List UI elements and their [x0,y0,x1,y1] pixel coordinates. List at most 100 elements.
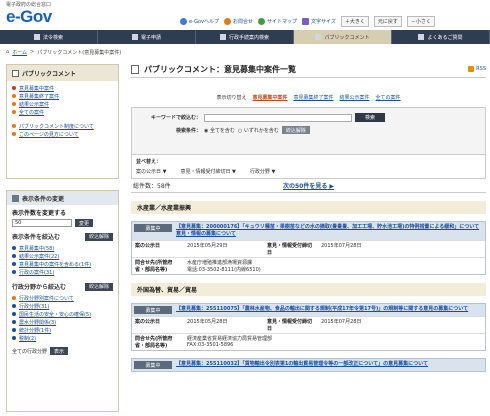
count-label: 表示件数を変更する [12,210,67,217]
settings-icon [12,194,19,202]
bullet-icon [12,320,16,324]
tab-open[interactable]: 意見募集中案件 [252,94,287,101]
tabs-label: 表示切り替え [216,95,247,101]
filter-reset-button[interactable]: 絞込解除 [84,232,113,241]
nav-public-comment[interactable]: パブリックコメント [294,30,392,44]
bullet-icon [12,246,16,250]
font-smaller-button[interactable]: －小さく [406,16,435,27]
nav-procedure-search[interactable]: 行政手続案内検索 [196,30,294,44]
change-count-button[interactable]: 変更 [75,219,94,227]
font-size-icon [302,18,309,25]
filter-item[interactable]: 意見募集中(58) [12,244,113,252]
sitemap-link[interactable]: サイトマップ [257,18,297,25]
filter-label: 表示条件を絞込む [12,234,61,241]
nav-e-application[interactable]: 電子申請 [98,30,196,44]
main-content: パブリックコメント：意見募集中案件一覧 RSS 表示切り替え 意見募集中案件 意… [131,62,486,372]
search-button[interactable]: 検索 [355,113,386,122]
keyword-input[interactable] [204,113,352,122]
law-icon [33,34,40,40]
case-card: 募集中 【意見募集：200000176】「キュウリ種苗・果樹苗などの水の摘取(畳畳… [131,221,486,275]
status-badge: 募集中 [134,361,172,369]
case-title-link[interactable]: 【意見募集：255110075】「農林水産物、食品の輸出に関する規制(平成17年… [176,306,468,314]
sidebar-title: パブリックコメント [7,65,118,81]
contact-link[interactable]: お問合せ [223,18,253,25]
admin-item[interactable]: 国民生活の安全・安心の確保(5) [12,310,113,318]
cond-all-radio[interactable]: ◉ 全てを含む [204,127,235,134]
help-bullet-icon [12,124,16,128]
nav-law-search[interactable]: 法令検索 [0,30,98,44]
status-badge: 募集中 [134,224,172,232]
total-count: 総件数：58件 [133,183,171,190]
sort-due-date[interactable]: 意見・情報受付締切日 ▼ [180,168,235,175]
condition-label: 検索条件： [175,127,201,134]
pub-label: 案の公示日 [132,240,184,257]
breadcrumb-home[interactable]: ホーム [12,49,27,56]
cond-any-radio[interactable]: ○ いずれかを含む [238,127,279,134]
admin-item[interactable]: 税制(2) [12,334,113,342]
faq-icon [418,34,425,40]
due-date: 2015年07月28日 [318,316,485,333]
sort-pub-date[interactable]: 案の公示日 ▼ [136,168,166,175]
bullet-icon [12,94,16,98]
help-link[interactable]: e-Govヘルプ [180,18,219,25]
search-reset-button[interactable]: 絞込解除 [281,126,310,134]
page-title: パブリックコメント：意見募集中案件一覧 RSS [131,62,486,78]
font-reset-button[interactable]: 元に戻す [373,16,402,27]
bullet-icon [12,336,16,340]
result-count-bar: 総件数：58件 次の50件を見る ▶ [131,179,486,193]
sitemap-icon [257,18,265,25]
admin-filter-label: 行政分野から絞込む [12,284,67,291]
font-larger-button[interactable]: ＋大きく [340,16,369,27]
breadcrumb: ⌂ ホーム > パブリックコメント(意見募集中案件) [6,47,121,57]
admin-item[interactable]: 農水分野関係(3) [12,318,113,326]
rss-link[interactable]: RSS [468,66,486,72]
admin-item[interactable]: 統計分野(1件) [12,326,113,334]
contact-info: 水産庁増殖推進部漁場資源課 電話:03-3502-8111(内線6510) [184,257,485,274]
admin-item[interactable]: 行政分野別案件について [12,294,113,302]
admin-reset-button[interactable]: 絞込解除 [84,282,113,291]
sidebar-help-howto[interactable]: このページの見方について [12,130,113,138]
egov-logo[interactable]: e-Gov [6,7,52,27]
document-icon [131,65,139,74]
filter-item[interactable]: 結果公示案件(22) [12,252,113,260]
case-title-link[interactable]: 【意見募集：255110032】「貨物輸出令別表第1の輸出貿易管理令等の一部改正… [176,361,428,369]
view-tabs: 表示切り替え 意見募集中案件 意見募集終了案件 結果公示案件 全ての案件 [131,94,486,101]
keyword-label: キーワードで絞込む： [150,115,201,121]
bullet-icon [12,328,16,332]
case-title-link[interactable]: 【意見募集：200000176】「キュウリ種苗・果樹苗などの水の摘取(畳畳畳、加… [176,224,483,238]
pub-date: 2015年05月28日 [184,316,264,333]
sort-box: 並べ替え： 案の公示日 ▼ 意見・情報受付締切日 ▼ 行政分野 ▼ [131,155,486,179]
category-heading: 外国為替、貿易／貿易 [131,283,486,296]
procedure-icon [219,34,226,40]
tab-results[interactable]: 結果公示案件 [340,94,370,101]
list-icon [12,69,19,77]
sidebar-item-closed[interactable]: 意見募集終了案件 [12,92,113,100]
bullet-icon [12,262,16,266]
tab-closed[interactable]: 意見募集終了案件 [293,94,333,101]
case-card: 募集中 【意見募集：255110075】「農林水産物、食品の輸出に関する規制(平成… [131,303,486,351]
sidebar-item-open[interactable]: 意見募集中案件 [12,84,113,92]
sort-admin[interactable]: 行政分野 ▼ [250,168,275,175]
due-date: 2015年07月28日 [318,240,485,257]
filter-item[interactable]: 行政の案件(31) [12,268,113,276]
header: 電子政府の総合窓口 e-Gov e-Govヘルプ お問合せ サイトマップ 文字サ… [0,0,490,28]
due-label: 意見・情報受付締切日 [264,240,318,257]
display-button[interactable]: 表示 [50,347,69,355]
other-admin-label[interactable]: 全ての行政分野 [12,348,47,355]
sidebar-item-all[interactable]: 全ての案件 [12,108,113,116]
filter-item[interactable]: 意見募集中の案件を含める(1件) [12,260,113,268]
admin-item[interactable]: 行政分野(31) [12,302,113,310]
display-conditions-title: 表示条件の変更 [7,191,118,205]
category-heading: 水産業／水産業振興 [131,201,486,214]
count-select[interactable]: 50 [12,219,72,227]
nav-faq[interactable]: よくあるご質問 [392,30,490,44]
next-page-link[interactable]: 次の50件を見る ▶ [283,181,334,190]
global-nav: 法令検索 電子申請 行政手続案内検索 パブリックコメント よくあるご質問 [0,30,490,44]
sidebar-help-system[interactable]: パブリックコメント制度について [12,122,113,130]
bullet-icon [12,312,16,316]
breadcrumb-separator: > [30,49,35,55]
tab-all[interactable]: 全ての案件 [376,94,401,101]
sidebar-item-results[interactable]: 結果公示案件 [12,100,113,108]
due-label: 意見・情報受付締切日 [264,316,318,333]
contact-label: 問合せ先(所管府省・部局名等) [132,333,184,350]
